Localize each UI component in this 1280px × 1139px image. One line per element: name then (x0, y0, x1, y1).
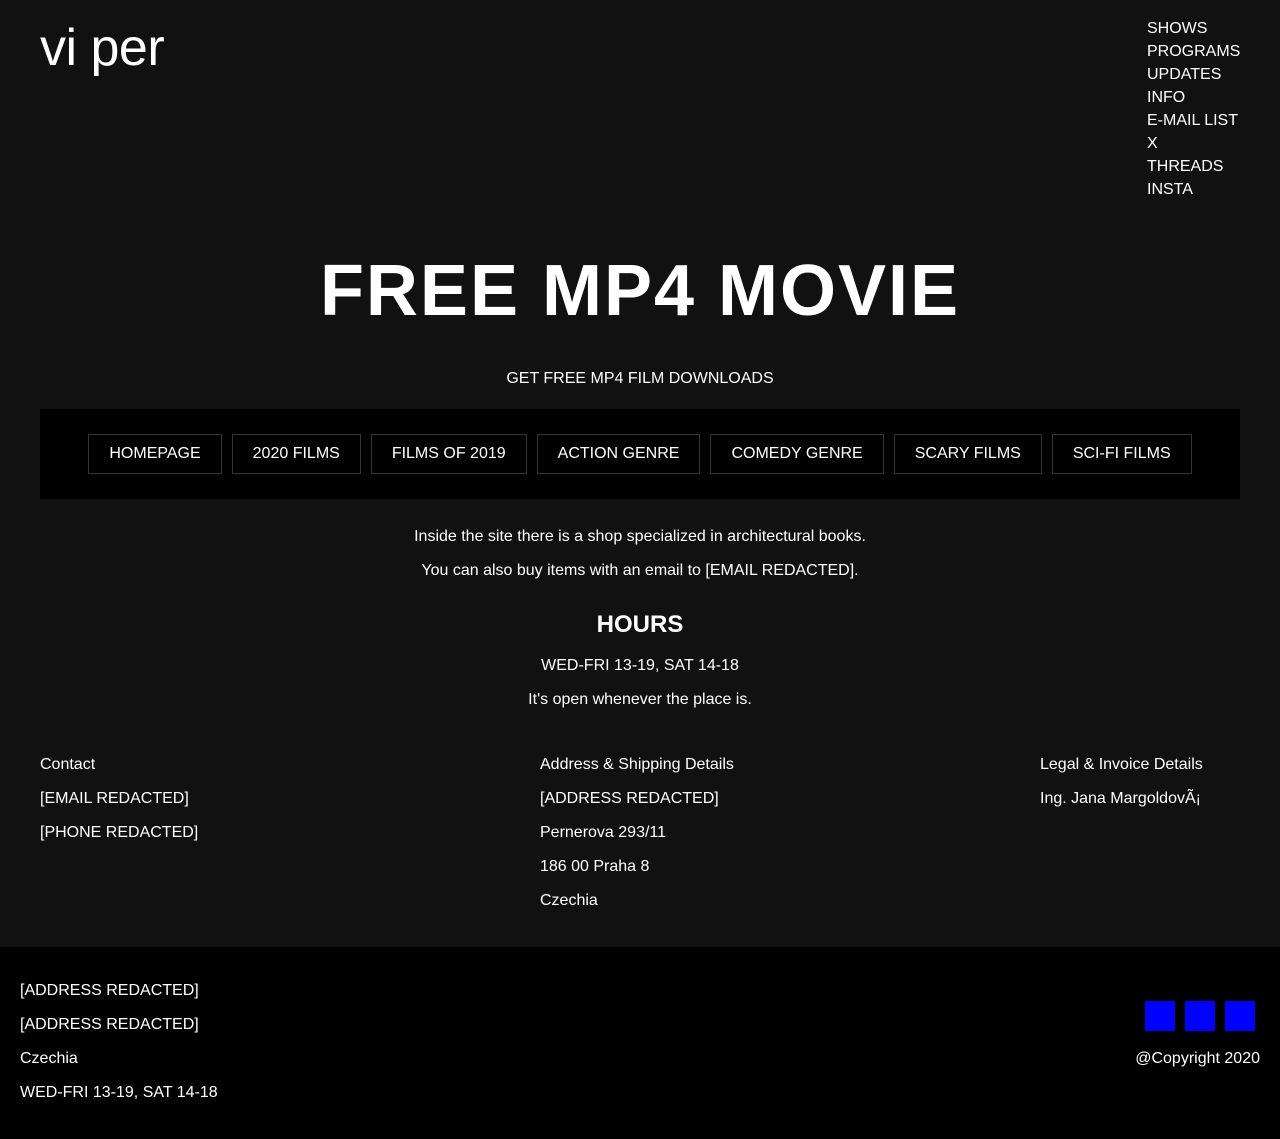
contact-phone[interactable]: [PHONE REDACTED] (40, 822, 198, 844)
menu-button-2020-films[interactable]: 2020 FILMS (231, 434, 361, 474)
footer-info: [ADDRESS REDACTED] [ADDRESS REDACTED] Cz… (20, 980, 218, 1116)
nav-link-insta[interactable]: INSTA (1147, 178, 1240, 201)
page-footer: [ADDRESS REDACTED] [ADDRESS REDACTED] Cz… (0, 947, 1280, 1139)
nav-link-threads[interactable]: THREADS (1147, 155, 1240, 178)
category-menu: HOMEPAGE 2020 FILMS FILMS OF 2019 ACTION… (40, 409, 1240, 499)
legal-name: Ing. Jana MargoldovÃ¡ (1040, 790, 1201, 807)
menu-button-sci-fi-films[interactable]: SCI-FI FILMS (1051, 434, 1192, 474)
site-logo[interactable]: vi per (40, 18, 165, 78)
menu-button-scary-films[interactable]: SCARY FILMS (893, 434, 1042, 474)
hero-subtitle: GET FREE MP4 FILM DOWNLOADS (506, 370, 774, 387)
menu-button-action-genre[interactable]: ACTION GENRE (536, 434, 701, 474)
footer-address-1: [ADDRESS REDACTED] (20, 982, 199, 999)
top-nav: SHOWS PROGRAMS UPDATES INFO E-MAIL LIST … (1147, 17, 1240, 201)
hours-heading: HOURS (596, 611, 684, 638)
menu-button-comedy-genre[interactable]: COMEDY GENRE (710, 434, 884, 474)
address-street: Pernerova 293/11 (540, 824, 667, 841)
address-column: Address & Shipping Details [ADDRESS REDA… (540, 754, 734, 924)
legal-column: Legal & Invoice Details Ing. Jana Margol… (1040, 754, 1203, 822)
contact-heading: Contact (40, 756, 96, 773)
contact-email[interactable]: [EMAIL REDACTED] (40, 788, 198, 810)
footer-address-2: [ADDRESS REDACTED] (20, 1016, 199, 1033)
contact-column: Contact [EMAIL REDACTED] [PHONE REDACTED… (40, 754, 198, 856)
nav-link-email-list[interactable]: E-MAIL LIST (1147, 109, 1240, 132)
address-heading: Address & Shipping Details (540, 756, 734, 773)
address-country: Czechia (540, 892, 598, 909)
intro-text-shop: Inside the site there is a shop speciali… (414, 528, 866, 545)
legal-heading: Legal & Invoice Details (1040, 756, 1203, 773)
address-line-1: [ADDRESS REDACTED] (540, 790, 719, 807)
copyright-text: @Copyright 2020 (1135, 1050, 1260, 1067)
hero-title: FREE MP4 MOVIE (319, 251, 961, 331)
social-icon-3[interactable] (1225, 1001, 1255, 1031)
menu-button-films-of-2019[interactable]: FILMS OF 2019 (370, 434, 527, 474)
nav-link-info[interactable]: INFO (1147, 86, 1240, 109)
social-icon-1[interactable] (1145, 1001, 1175, 1031)
footer-country: Czechia (20, 1050, 78, 1067)
menu-button-homepage[interactable]: HOMEPAGE (88, 434, 222, 474)
address-city: 186 00 Praha 8 (540, 858, 650, 875)
social-icon-2[interactable] (1185, 1001, 1215, 1031)
nav-link-x[interactable]: X (1147, 132, 1240, 155)
nav-link-shows[interactable]: SHOWS (1147, 17, 1240, 40)
intro-text-email: You can also buy items with an email to … (421, 562, 859, 579)
hours-note: It's open whenever the place is. (528, 691, 752, 708)
social-links (1145, 1001, 1255, 1031)
hours-times: WED-FRI 13-19, SAT 14-18 (541, 657, 739, 674)
nav-link-programs[interactable]: PROGRAMS (1147, 40, 1240, 63)
footer-hours: WED-FRI 13-19, SAT 14-18 (20, 1084, 218, 1101)
nav-link-updates[interactable]: UPDATES (1147, 63, 1240, 86)
